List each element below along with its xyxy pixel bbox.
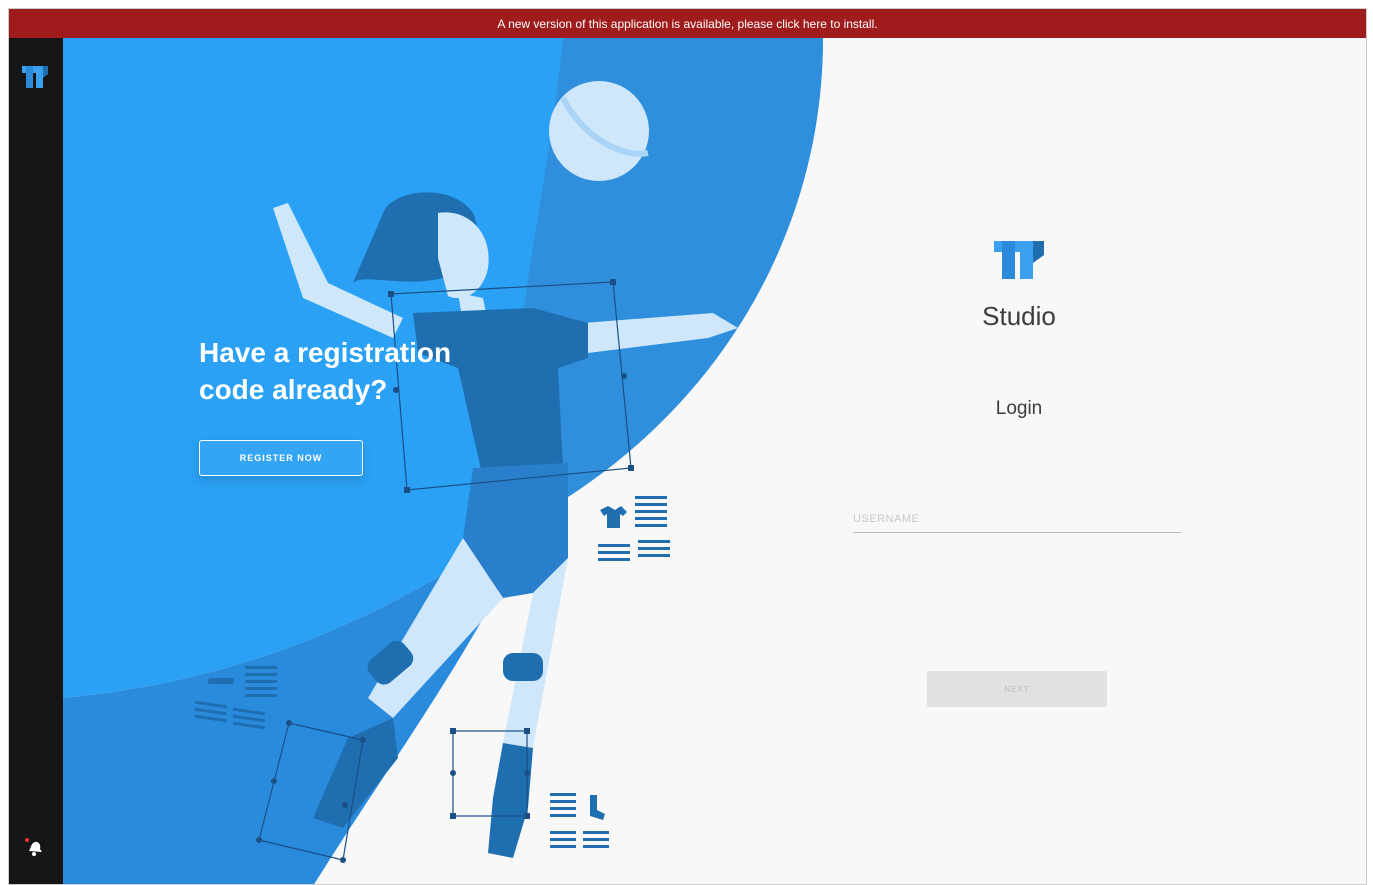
- registration-prompt-title: Have a registration code already?: [199, 337, 452, 405]
- next-button[interactable]: NEXT: [927, 671, 1107, 707]
- app-window: A new version of this application is ava…: [8, 8, 1367, 885]
- notification-bell-icon[interactable]: [23, 836, 45, 858]
- studio-logo-icon: [994, 241, 1044, 279]
- app-logo-icon[interactable]: [21, 64, 49, 92]
- sidebar: [9, 38, 63, 884]
- login-heading: Login: [995, 398, 1043, 419]
- update-banner[interactable]: A new version of this application is ava…: [9, 9, 1366, 38]
- hero-illustration: Have a registration code already? REGIST…: [63, 38, 1366, 884]
- login-panel: Studio Login: [849, 239, 1189, 420]
- app-name: Studio: [982, 301, 1056, 331]
- update-banner-text[interactable]: A new version of this application is ava…: [497, 17, 877, 31]
- register-now-button[interactable]: REGISTER NOW: [199, 440, 363, 476]
- username-input[interactable]: [853, 505, 1181, 533]
